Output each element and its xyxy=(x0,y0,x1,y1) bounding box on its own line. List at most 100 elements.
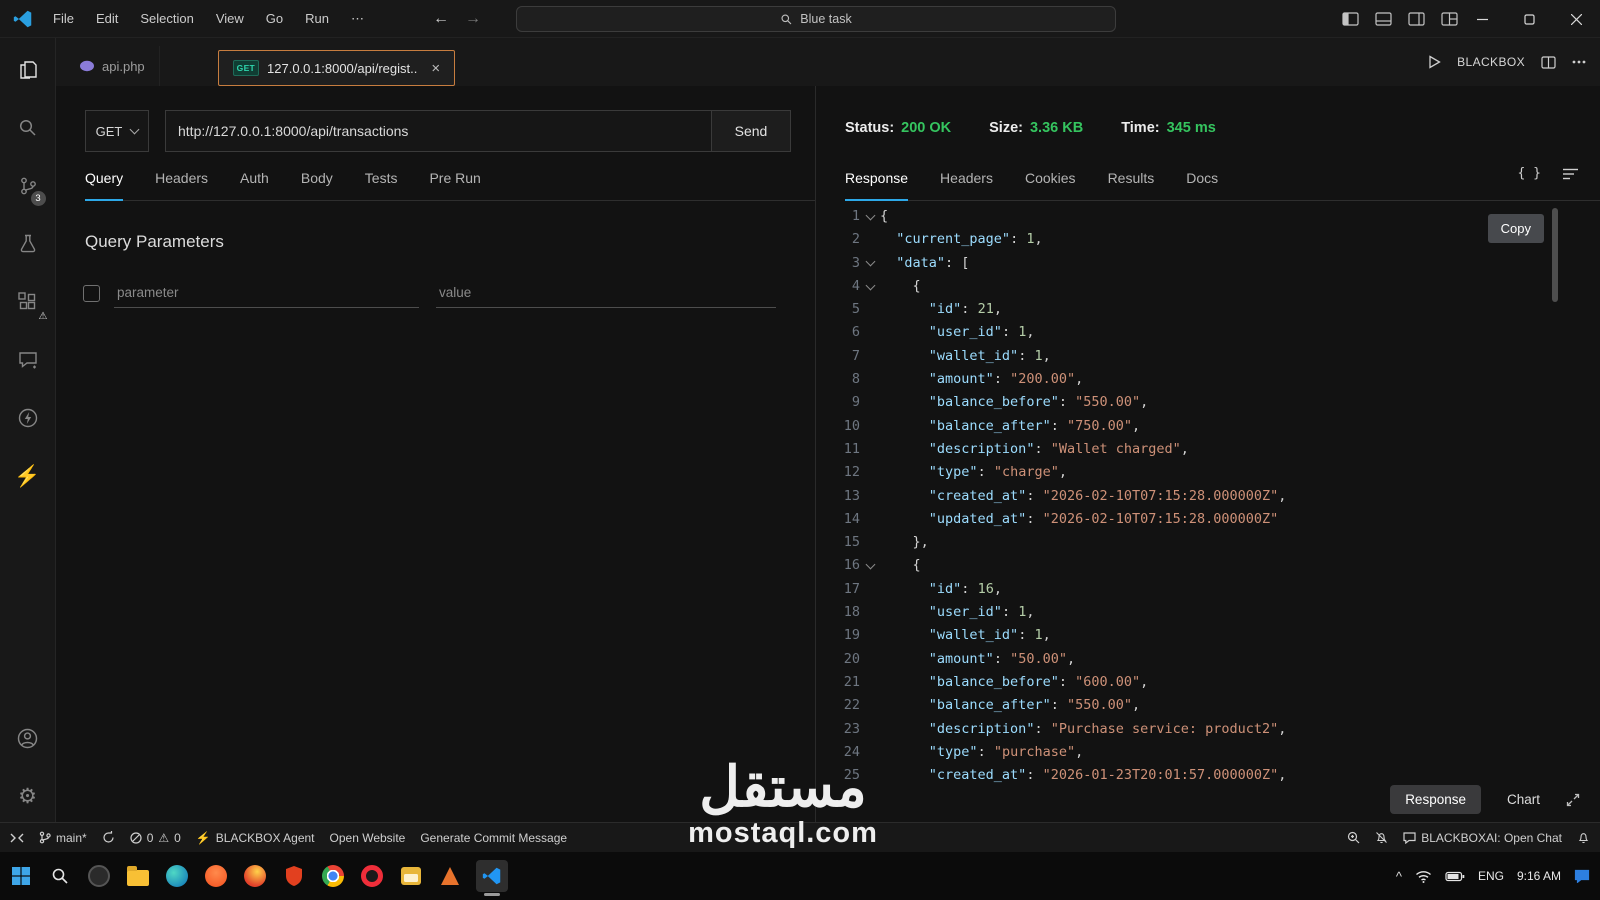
url-input[interactable] xyxy=(165,110,712,152)
search-icon[interactable] xyxy=(0,102,56,154)
settings-gear-icon[interactable]: ⚙ xyxy=(0,770,56,822)
copilot-icon[interactable] xyxy=(86,863,112,889)
brave-icon[interactable] xyxy=(203,863,229,889)
expand-panel-icon[interactable] xyxy=(1566,793,1580,807)
tab-cookies[interactable]: Cookies xyxy=(1025,170,1076,200)
menu-selection[interactable]: Selection xyxy=(131,7,202,31)
run-play-icon[interactable] xyxy=(1428,55,1441,69)
tab-pre-run[interactable]: Pre Run xyxy=(429,170,480,200)
tab-headers[interactable]: Headers xyxy=(155,170,208,200)
tab-body[interactable]: Body xyxy=(301,170,333,200)
problems-item[interactable]: 0 ⚠ 0 xyxy=(130,831,181,845)
copy-button[interactable]: Copy xyxy=(1487,214,1544,243)
fold-chevron-icon[interactable] xyxy=(860,275,880,298)
close-button[interactable] xyxy=(1553,0,1600,38)
parameter-input[interactable] xyxy=(114,278,419,308)
response-view-button[interactable]: Response xyxy=(1390,785,1481,814)
menu-go[interactable]: Go xyxy=(257,7,292,31)
tab-request[interactable]: GET 127.0.0.1:8000/api/regist.. × xyxy=(217,50,456,86)
extensions-icon[interactable]: ⚠ xyxy=(0,276,56,328)
parameter-checkbox[interactable] xyxy=(83,284,100,302)
maximize-button[interactable] xyxy=(1506,0,1553,38)
blackboxai-chat-item[interactable]: BLACKBOXAI: Open Chat xyxy=(1403,831,1562,845)
tab-results[interactable]: Results xyxy=(1108,170,1155,200)
git-branch-item[interactable]: main* xyxy=(39,831,87,845)
chart-view-button[interactable]: Chart xyxy=(1507,792,1540,807)
notification-center-icon[interactable] xyxy=(1574,869,1590,883)
files-app-icon[interactable] xyxy=(398,863,424,889)
toggle-secondary-sidebar-icon[interactable] xyxy=(1408,12,1425,26)
tab-api-php[interactable]: api.php xyxy=(66,46,160,86)
notifications-muted-icon[interactable] xyxy=(1375,831,1388,844)
thunder-client-icon[interactable] xyxy=(0,392,56,444)
clock[interactable]: 9:16 AM xyxy=(1517,869,1561,883)
vscode-taskbar-icon[interactable] xyxy=(476,860,508,896)
split-editor-icon[interactable] xyxy=(1541,55,1556,69)
command-center-search[interactable]: Blue task xyxy=(516,6,1116,32)
more-actions-icon[interactable] xyxy=(1572,60,1586,64)
remote-indicator-icon[interactable] xyxy=(10,832,24,844)
vlc-icon[interactable] xyxy=(437,863,463,889)
search-icon xyxy=(780,13,793,26)
value-input[interactable] xyxy=(436,278,776,308)
forward-arrow-icon[interactable]: → xyxy=(465,10,481,28)
toggle-sidebar-icon[interactable] xyxy=(1342,12,1359,26)
tab-auth[interactable]: Auth xyxy=(240,170,269,200)
edge-icon[interactable] xyxy=(164,863,190,889)
wifi-icon[interactable] xyxy=(1415,870,1432,883)
back-arrow-icon[interactable]: ← xyxy=(433,10,449,28)
line-number: 23 xyxy=(843,720,860,737)
start-button-icon[interactable] xyxy=(8,863,34,889)
generate-commit-item[interactable]: Generate Commit Message xyxy=(420,831,567,845)
request-url-row: GET Send xyxy=(85,110,791,152)
menu-file[interactable]: File xyxy=(44,7,83,31)
tray-expand-icon[interactable]: ^ xyxy=(1396,869,1402,884)
sync-icon[interactable] xyxy=(102,831,115,844)
menu-edit[interactable]: Edit xyxy=(87,7,127,31)
menu-run[interactable]: Run xyxy=(296,7,338,31)
source-control-icon[interactable]: 3 xyxy=(0,160,56,212)
editor-actions: BLACKBOX xyxy=(1428,38,1586,86)
fold-chevron-icon[interactable] xyxy=(860,554,880,577)
send-button[interactable]: Send xyxy=(711,110,791,152)
fold-chevron-icon[interactable] xyxy=(860,252,880,275)
format-json-icon[interactable]: { } xyxy=(1518,166,1541,181)
method-dropdown[interactable]: GET xyxy=(85,110,149,152)
menu-view[interactable]: View xyxy=(207,7,253,31)
customize-layout-icon[interactable] xyxy=(1441,12,1458,26)
tab-resp-headers[interactable]: Headers xyxy=(940,170,993,200)
account-icon[interactable] xyxy=(0,712,56,764)
toggle-panel-icon[interactable] xyxy=(1375,12,1392,26)
language-indicator[interactable]: ENG xyxy=(1478,869,1504,883)
tab-response[interactable]: Response xyxy=(845,170,909,201)
response-panel: Status: 200 OK Size: 3.36 KB Time: 345 ms R… xyxy=(816,86,1600,822)
file-explorer-icon[interactable] xyxy=(125,863,151,889)
tab-query[interactable]: Query xyxy=(85,170,124,201)
response-scrollbar[interactable] xyxy=(1552,208,1558,302)
menu-more-icon[interactable]: ⋯ xyxy=(342,7,373,31)
tab-docs[interactable]: Docs xyxy=(1186,170,1218,200)
shield-app-icon[interactable] xyxy=(281,863,307,889)
blackbox-agent-item[interactable]: ⚡ BLACKBOX Agent xyxy=(196,831,315,845)
battery-icon[interactable] xyxy=(1445,871,1465,882)
taskbar-search-icon[interactable] xyxy=(47,863,73,889)
explorer-icon[interactable] xyxy=(0,44,56,96)
tab-close-icon[interactable]: × xyxy=(431,60,440,77)
opera-icon[interactable] xyxy=(359,863,385,889)
firefox-icon[interactable] xyxy=(242,863,268,889)
fold-chevron-icon[interactable] xyxy=(860,205,880,228)
chrome-icon[interactable] xyxy=(320,863,346,889)
chat-extension-icon[interactable] xyxy=(0,334,56,386)
tab-tests[interactable]: Tests xyxy=(365,170,398,200)
filter-lines-icon[interactable] xyxy=(1563,168,1578,180)
bolt-extension-icon[interactable]: ⚡ xyxy=(0,450,56,502)
test-beaker-icon[interactable] xyxy=(0,218,56,270)
blackbox-label[interactable]: BLACKBOX xyxy=(1457,55,1525,69)
minimize-button[interactable] xyxy=(1459,0,1506,38)
bell-icon[interactable] xyxy=(1577,831,1590,844)
open-website-item[interactable]: Open Website xyxy=(330,831,406,845)
response-footer: Response Chart xyxy=(1390,785,1580,814)
line-number: 20 xyxy=(843,650,860,667)
zoom-icon[interactable] xyxy=(1347,831,1360,844)
method-dropdown-value: GET xyxy=(95,123,123,139)
